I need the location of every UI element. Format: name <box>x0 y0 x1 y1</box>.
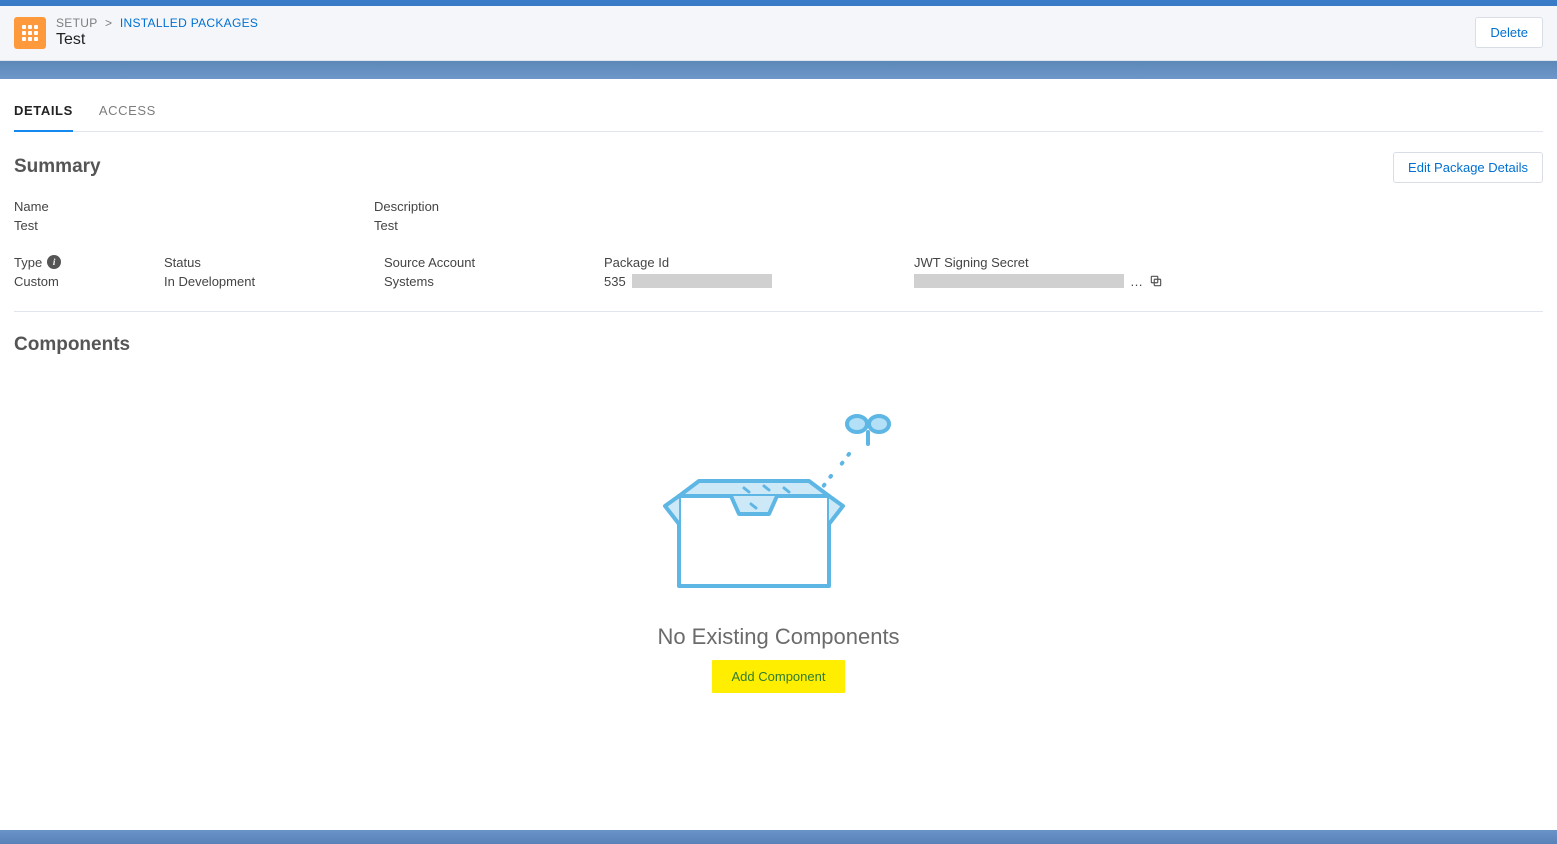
info-icon[interactable]: i <box>47 255 61 269</box>
page-header: SETUP > INSTALLED PACKAGES Test Delete <box>0 6 1557 61</box>
status-value: In Development <box>164 274 344 289</box>
breadcrumb: SETUP > INSTALLED PACKAGES <box>56 16 258 30</box>
empty-box-illustration <box>14 396 1543 606</box>
jwt-secret-value: … <box>914 274 1163 289</box>
app-launcher-icon[interactable] <box>14 17 46 49</box>
summary-header: Summary Edit Package Details <box>14 152 1543 183</box>
edit-package-details-button[interactable]: Edit Package Details <box>1393 152 1543 183</box>
name-label: Name <box>14 199 334 214</box>
status-label: Status <box>164 255 344 270</box>
jwt-secret-label: JWT Signing Secret <box>914 255 1163 270</box>
jwt-ellipsis: … <box>1130 274 1143 289</box>
description-label: Description <box>374 199 484 214</box>
summary-fields-row2: Type i Custom Status In Development Sour… <box>14 255 1543 303</box>
main-content: DETAILS ACCESS Summary Edit Package Deta… <box>0 79 1557 733</box>
page-title: Test <box>56 30 258 49</box>
tabs: DETAILS ACCESS <box>14 91 1543 132</box>
decorative-topo-border <box>0 61 1557 79</box>
source-account-label: Source Account <box>384 255 564 270</box>
summary-title: Summary <box>14 156 101 178</box>
copy-icon[interactable] <box>1149 274 1163 288</box>
redacted-bar <box>914 274 1124 288</box>
delete-button[interactable]: Delete <box>1475 17 1543 48</box>
breadcrumb-installed-packages-link[interactable]: INSTALLED PACKAGES <box>120 16 258 30</box>
section-divider <box>14 311 1543 312</box>
name-value: Test <box>14 218 334 233</box>
tab-details[interactable]: DETAILS <box>14 91 73 132</box>
add-component-button[interactable]: Add Component <box>712 660 846 693</box>
type-label: Type i <box>14 255 124 270</box>
description-value: Test <box>374 218 484 233</box>
empty-state: No Existing Components Add Component <box>14 396 1543 693</box>
empty-state-title: No Existing Components <box>14 624 1543 650</box>
package-id-value: 535 <box>604 274 874 289</box>
redacted-bar <box>632 274 772 288</box>
breadcrumb-separator: > <box>105 16 112 30</box>
summary-fields-row1: Name Test Description Test <box>14 199 1543 247</box>
type-value: Custom <box>14 274 124 289</box>
source-account-value: Systems <box>384 274 564 289</box>
bottom-border-strip <box>0 830 1557 844</box>
breadcrumb-root: SETUP <box>56 16 97 30</box>
package-id-label: Package Id <box>604 255 874 270</box>
components-title: Components <box>14 334 1543 356</box>
tab-access[interactable]: ACCESS <box>99 91 156 131</box>
